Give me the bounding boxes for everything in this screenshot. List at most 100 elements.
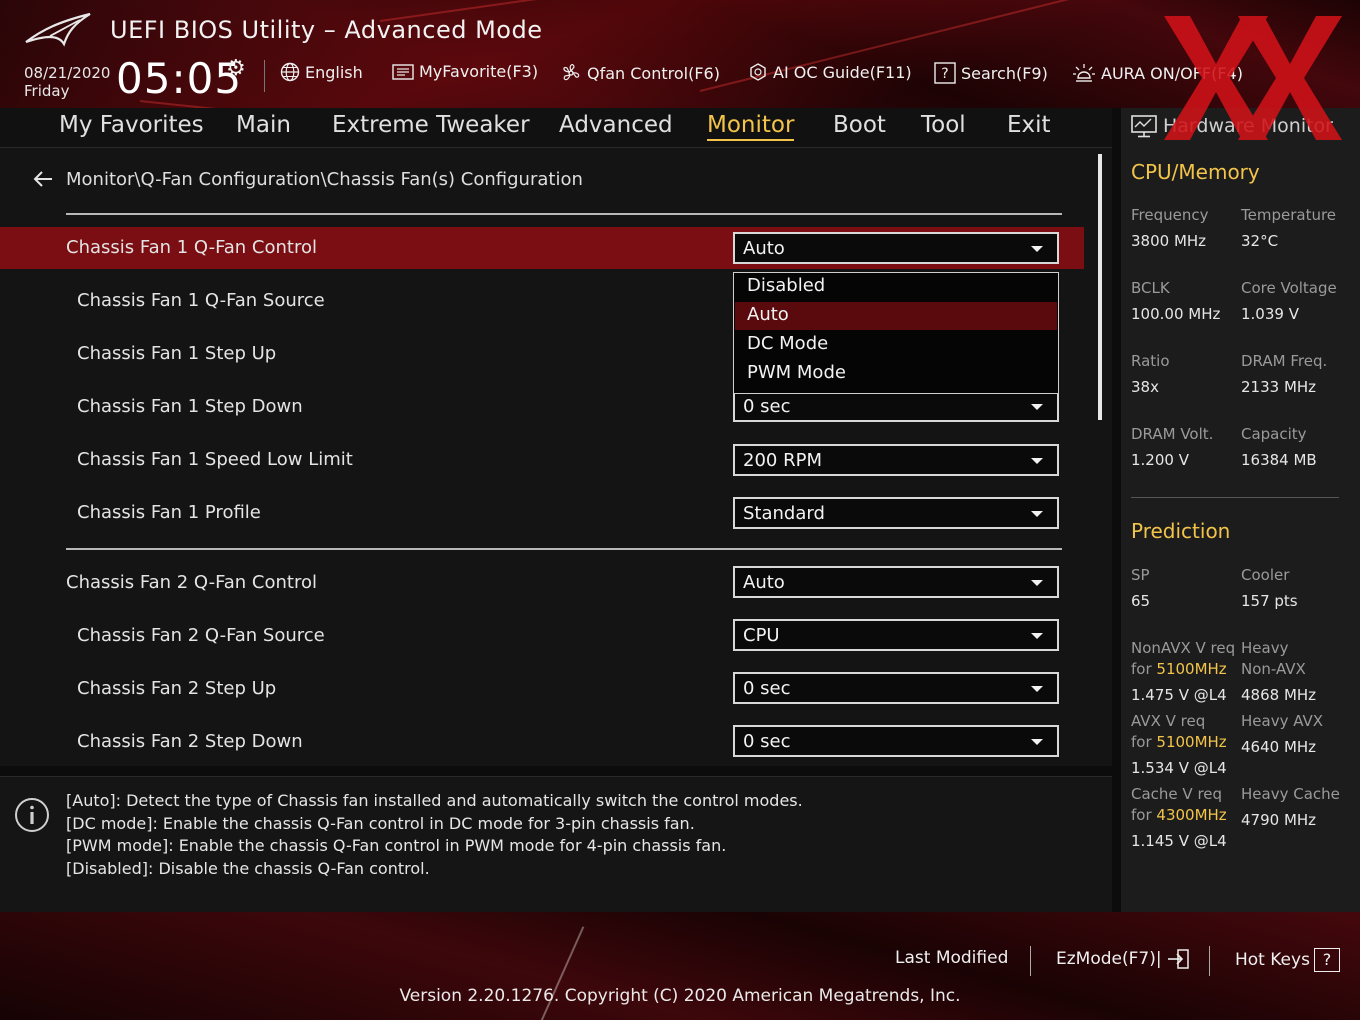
fan1-profile-select[interactable]: Standard [733,497,1059,529]
last-modified-button[interactable]: Last Modified [895,948,1008,968]
rog-logo-icon [25,12,91,47]
setting-row-fan2-qfan-control[interactable]: Chassis Fan 2 Q-Fan Control Auto [0,562,1084,604]
setting-row-fan1-profile[interactable]: Chassis Fan 1 Profile Standard [0,492,1084,534]
main-tab-bar: My Favorites Main Extreme Tweaker Advanc… [0,108,1112,148]
setting-label: Chassis Fan 1 Q-Fan Control [66,237,317,258]
app-title: UEFI BIOS Utility – Advanced Mode [110,16,543,44]
setting-row-fan2-step-down[interactable]: Chassis Fan 2 Step Down 0 sec [0,721,1084,763]
scrollbar-thumb[interactable] [1098,154,1102,420]
dropdown-option-auto[interactable]: Auto [735,302,1057,330]
avx-req-label: AVX V req [1131,712,1206,730]
myfavorite-button[interactable]: MyFavorite(F3) [392,62,538,81]
core-voltage-label: Core Voltage [1241,279,1337,297]
dropdown-option-dc-mode[interactable]: DC Mode [735,331,1057,359]
fan2-step-up-select[interactable]: 0 sec [733,672,1059,704]
frequency-label: Frequency [1131,206,1209,224]
hot-keys-button[interactable]: Hot Keys ? [1235,948,1340,972]
hardware-monitor-label: Hardware Monitor [1163,115,1333,137]
ratio-value: 38x [1131,378,1159,396]
heavy-avx-value: 4640 MHz [1241,738,1317,756]
avx-for-line: for 5100MHz [1131,733,1227,751]
avx-freq-value: 5100MHz [1156,733,1227,751]
setting-label: Chassis Fan 2 Q-Fan Control [66,572,317,593]
setting-row-fan2-qfan-source[interactable]: Chassis Fan 2 Q-Fan Source CPU [0,615,1084,657]
monitor-icon [1131,115,1157,138]
aura-toggle-button[interactable]: AURA ON/OFF(F4) [1072,62,1243,84]
ai-chip-icon [750,63,766,81]
bclk-value: 100.00 MHz [1131,305,1221,323]
tab-exit[interactable]: Exit [1007,112,1051,138]
date-display: 08/21/2020 [24,64,111,82]
for-label: for [1131,806,1152,824]
help-line: [DC mode]: Enable the chassis Q-Fan cont… [66,814,695,833]
dropdown-option-disabled[interactable]: Disabled [735,273,1057,301]
tab-extreme-tweaker[interactable]: Extreme Tweaker [332,112,530,138]
dram-volt-value: 1.200 V [1131,451,1189,469]
ezmode-button[interactable]: EzMode(F7)| [1056,948,1190,970]
svg-text:?: ? [941,66,948,82]
language-button[interactable]: English [280,62,363,82]
back-arrow-icon[interactable] [32,168,54,190]
hw-section-divider [1131,497,1339,498]
footer-separator [1030,946,1031,976]
fan2-qfan-control-select[interactable]: Auto [733,566,1059,598]
footer-separator [1209,946,1210,976]
nonavx-for-line: for 5100MHz [1131,660,1227,678]
fan-icon [563,64,580,81]
ratio-label: Ratio [1131,352,1170,370]
version-text: Version 2.20.1276. Copyright (C) 2020 Am… [399,986,961,1006]
capacity-value: 16384 MB [1241,451,1317,469]
dropdown-option-pwm-mode[interactable]: PWM Mode [735,360,1057,388]
caret-down-icon [1031,580,1043,586]
bclk-label: BCLK [1131,279,1170,297]
qfan-control-label: Qfan Control(F6) [587,63,720,83]
tab-tool[interactable]: Tool [921,112,966,138]
for-label: for [1131,660,1152,678]
dram-freq-value: 2133 MHz [1241,378,1317,396]
tab-my-favorites[interactable]: My Favorites [59,112,204,138]
caret-down-icon [1031,633,1043,639]
setting-label: Chassis Fan 1 Profile [77,502,261,523]
breadcrumb: Monitor\Q-Fan Configuration\Chassis Fan(… [66,169,583,190]
for-label: for [1131,733,1152,751]
select-value: 0 sec [743,678,791,699]
temperature-label: Temperature [1241,206,1337,224]
fan2-qfan-source-select[interactable]: CPU [733,619,1059,651]
setting-row-fan1-qfan-control[interactable]: Chassis Fan 1 Q-Fan Control Auto [0,227,1084,269]
fan1-qfan-control-select[interactable]: Auto [733,232,1059,264]
temperature-value: 32°C [1241,232,1279,250]
fan2-step-down-select[interactable]: 0 sec [733,725,1059,757]
favorite-list-icon [392,63,414,80]
tab-boot[interactable]: Boot [833,112,886,138]
myfavorite-label: MyFavorite(F3) [419,62,539,81]
day-display: Friday [24,82,70,100]
tab-monitor[interactable]: Monitor [707,112,795,141]
clock-settings-gear-icon[interactable]: ⚙ [226,56,246,81]
select-value: 0 sec [743,396,791,417]
heavy-avx-label: Heavy AVX [1241,712,1324,730]
setting-row-fan1-speed-low-limit[interactable]: Chassis Fan 1 Speed Low Limit 200 RPM [0,439,1084,481]
info-icon [15,798,49,832]
search-button[interactable]: ? Search(F9) [934,62,1048,84]
fan1-speed-low-limit-select[interactable]: 200 RPM [733,444,1059,476]
hardware-monitor-title[interactable]: Hardware Monitor [1131,114,1333,138]
fan1-step-down-select[interactable]: 0 sec [733,390,1059,422]
heavy-label: Heavy [1241,639,1289,657]
heavy-cache-value: 4790 MHz [1241,811,1317,829]
setting-row-fan2-step-up[interactable]: Chassis Fan 2 Step Up 0 sec [0,668,1084,710]
caret-down-icon [1031,246,1043,252]
nonavx-label: Non-AVX [1241,660,1306,678]
frequency-value: 3800 MHz [1131,232,1207,250]
qfan-control-button[interactable]: Qfan Control(F6) [560,62,720,84]
select-value: 0 sec [743,731,791,752]
ai-oc-guide-button[interactable]: AI OC Guide(F11) [748,62,912,82]
caret-down-icon [1031,739,1043,745]
nonavx-voltage-value: 1.475 V @L4 [1131,686,1227,704]
tab-main[interactable]: Main [236,112,291,138]
cache-voltage-value: 1.145 V @L4 [1131,832,1227,850]
tab-advanced[interactable]: Advanced [559,112,673,138]
select-value: Auto [743,238,785,259]
search-label: Search(F9) [961,63,1048,83]
select-value: 200 RPM [743,450,822,471]
sp-label: SP [1131,566,1150,584]
